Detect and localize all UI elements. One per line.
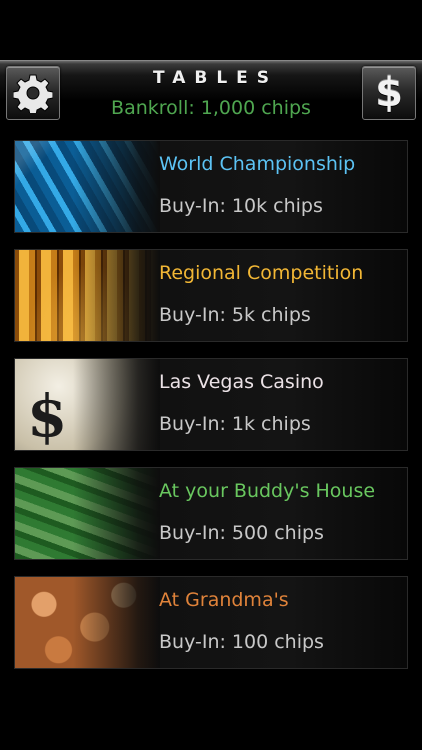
bankroll-label: Bankroll: 1,000 chips — [111, 97, 311, 119]
pennies-thumbnail — [15, 577, 160, 668]
store-button[interactable]: $ — [362, 66, 416, 120]
table-buyin: Buy-In: 10k chips — [159, 195, 323, 217]
table-card-grandmas[interactable]: At Grandma's Buy-In: 100 chips — [14, 576, 408, 669]
table-name: At your Buddy's House — [159, 480, 376, 502]
gold-coins-thumbnail — [15, 250, 160, 341]
top-bar: TABLES Bankroll: 1,000 chips $ — [0, 60, 422, 125]
page-title: TABLES — [152, 68, 279, 88]
table-list: World Championship Buy-In: 10k chips Reg… — [14, 140, 408, 685]
table-name: Las Vegas Casino — [159, 371, 324, 393]
table-buyin: Buy-In: 500 chips — [159, 522, 324, 544]
table-buyin: Buy-In: 100 chips — [159, 631, 324, 653]
crystal-thumbnail — [15, 141, 160, 232]
table-name: Regional Competition — [159, 262, 364, 284]
table-buyin: Buy-In: 1k chips — [159, 413, 311, 435]
banknotes-thumbnail — [15, 468, 160, 559]
money-bag-thumbnail: $ — [15, 359, 160, 450]
table-buyin: Buy-In: 5k chips — [159, 304, 311, 326]
table-card-las-vegas-casino[interactable]: $ Las Vegas Casino Buy-In: 1k chips — [14, 358, 408, 451]
table-card-regional-competition[interactable]: Regional Competition Buy-In: 5k chips — [14, 249, 408, 342]
dollar-icon: $ — [375, 70, 403, 116]
money-bag-icon: $ — [27, 382, 68, 450]
table-name: World Championship — [159, 153, 356, 175]
table-name: At Grandma's — [159, 589, 289, 611]
table-card-buddys-house[interactable]: At your Buddy's House Buy-In: 500 chips — [14, 467, 408, 560]
table-card-world-championship[interactable]: World Championship Buy-In: 10k chips — [14, 140, 408, 233]
